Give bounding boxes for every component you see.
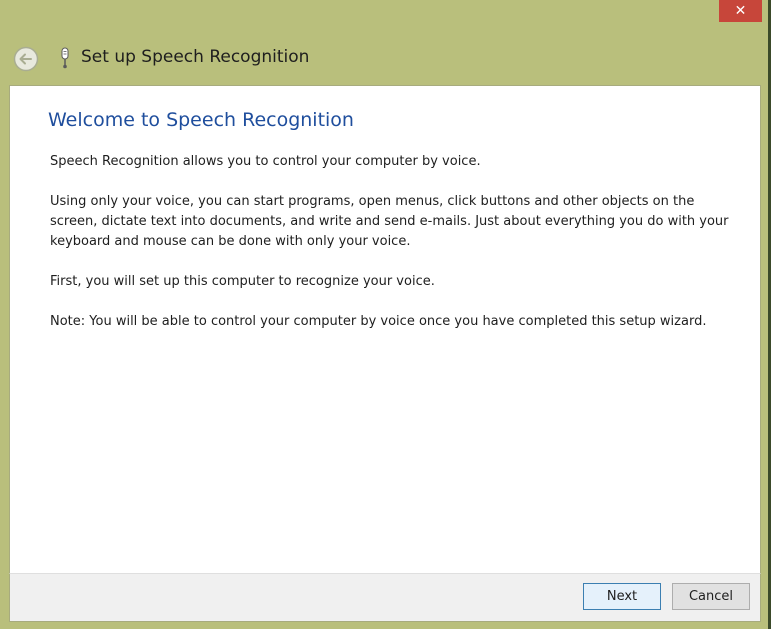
content-panel: Welcome to Speech Recognition Speech Rec… xyxy=(9,85,761,573)
close-button[interactable]: ✕ xyxy=(719,0,762,22)
next-button[interactable]: Next xyxy=(583,583,661,610)
page-heading: Welcome to Speech Recognition xyxy=(48,109,354,131)
back-arrow-icon xyxy=(13,46,39,72)
note-paragraph: Note: You will be able to control your c… xyxy=(50,314,707,329)
microphone-icon xyxy=(59,46,71,70)
window-title: Set up Speech Recognition xyxy=(81,47,310,67)
back-button[interactable] xyxy=(13,46,39,72)
cancel-button[interactable]: Cancel xyxy=(672,583,750,610)
close-icon: ✕ xyxy=(734,3,747,19)
intro-paragraph: Speech Recognition allows you to control… xyxy=(50,154,481,169)
description-paragraph: Using only your voice, you can start pro… xyxy=(50,194,729,249)
speech-setup-window: ✕ Set up Speech Recognition Welcome to S… xyxy=(0,0,771,629)
wizard-footer: Next Cancel xyxy=(9,573,761,622)
setup-paragraph: First, you will set up this computer to … xyxy=(50,274,435,289)
